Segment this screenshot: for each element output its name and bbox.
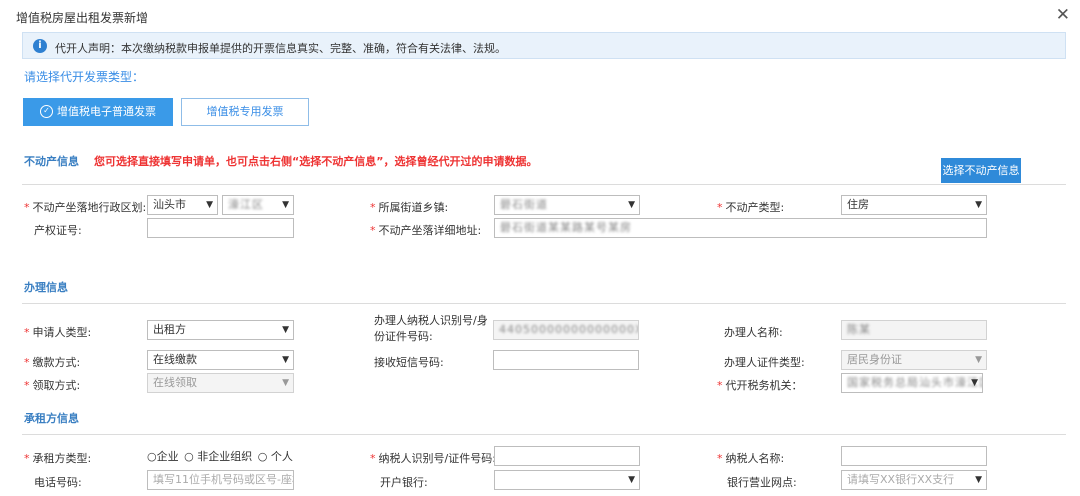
radio-enterprise[interactable]: ○企业 (147, 450, 179, 463)
handling-section-title: 办理信息 (24, 281, 68, 294)
lessee-type-radio-group: ○企业 ○ 非企业组织 ○ 个人 (147, 448, 295, 464)
property-section-warning: 您可选择直接填写申请单，也可点击右侧“选择不动产信息”，选择曾经代开过的申请数据… (94, 155, 538, 168)
dialog-titlebar: 增值税房屋出租发票新增 ✕ (0, 0, 1080, 30)
property-section-title: 不动产信息 (24, 155, 79, 168)
radio-non-enterprise-org[interactable]: ○ 非企业组织 (184, 450, 252, 463)
street-label: * 所属街道乡镇: (370, 201, 449, 214)
cert-no-label: 产权证号: (34, 224, 82, 237)
special-invoice-button[interactable]: 增值税专用发票 (181, 98, 309, 126)
bank-branch-label: 银行营业网点: (727, 476, 797, 489)
cert-no-input[interactable] (147, 218, 294, 238)
info-icon: i (33, 39, 47, 53)
property-type-label: * 不动产类型: (717, 201, 785, 214)
taxpayer-name-label: * 纳税人名称: (717, 452, 785, 465)
address-label: * 不动产坐落详细地址: (370, 224, 482, 237)
agent-name-input[interactable]: 陈某 (841, 320, 987, 340)
sms-number-label: 接收短信号码: (374, 356, 444, 369)
payment-method-label: * 缴款方式: (24, 356, 81, 369)
bank-label: 开户银行: (380, 476, 428, 489)
section-divider (22, 434, 1066, 435)
address-input[interactable]: 礐石街道某某路某号某房 (494, 218, 987, 238)
taxpayer-name-input[interactable] (841, 446, 987, 466)
city-select[interactable]: 汕头市 ▼ (147, 195, 218, 215)
district-select[interactable]: 濠江区 ▼ (222, 195, 294, 215)
agent-name-label: 办理人名称: (724, 326, 783, 339)
agent-id-type-select[interactable]: 居民身份证 ▼ (841, 350, 987, 370)
bank-select[interactable]: ▼ (494, 470, 640, 490)
phone-input[interactable]: 填写11位手机号码或区号-座机 (147, 470, 294, 490)
agent-tax-id-label: 办理人纳税人识别号/身份证件号码: (374, 314, 488, 343)
phone-label: 电话号码: (34, 476, 82, 489)
notice-text: 代开人声明：本次缴纳税款申报单提供的开票信息真实、完整、准确，符合有关法律、法规… (55, 42, 506, 55)
street-select[interactable]: 礐石街道 ▼ (494, 195, 640, 215)
lessee-section-title: 承租方信息 (24, 412, 79, 425)
tax-office-select[interactable]: 国家税务总局汕头市濠江区税务局▼ (841, 373, 983, 393)
section-divider (22, 184, 1066, 185)
sms-number-input[interactable] (493, 350, 639, 370)
taxpayer-id-label: * 纳税人识别号/证件号码: (370, 452, 496, 465)
electronic-normal-invoice-label: 增值税电子普通发票 (57, 105, 156, 118)
tax-office-label: * 代开税务机关： (717, 379, 803, 392)
payment-method-select[interactable]: 在线缴款 ▼ (147, 350, 294, 370)
lessee-type-label: * 承租方类型: (24, 452, 92, 465)
bank-branch-select[interactable]: 请填写XX银行XX支行 ▼ (841, 470, 987, 490)
dialog-title: 增值税房屋出租发票新增 (16, 11, 149, 25)
agent-tax-id-input[interactable]: 44050000000000000X (493, 320, 639, 340)
applicant-type-label: * 申请人类型: (24, 326, 92, 339)
declaration-notice: i 代开人声明：本次缴纳税款申报单提供的开票信息真实、完整、准确，符合有关法律、… (22, 32, 1066, 59)
section-divider (22, 303, 1066, 304)
electronic-normal-invoice-button[interactable]: ✓ 增值税电子普通发票 (23, 98, 173, 126)
taxpayer-id-input[interactable] (494, 446, 640, 466)
pickup-method-label: * 领取方式: (24, 379, 81, 392)
invoice-type-prompt: 请选择代开发票类型： (24, 70, 145, 84)
property-type-select[interactable]: 住房 ▼ (841, 195, 987, 215)
admin-region-label: * 不动产坐落地行政区划: (24, 201, 147, 214)
applicant-type-select[interactable]: 出租方 ▼ (147, 320, 294, 340)
pickup-method-select[interactable]: 在线领取 ▼ (147, 373, 294, 393)
close-icon[interactable]: ✕ (1056, 6, 1070, 24)
check-circle-icon: ✓ (40, 104, 53, 118)
radio-individual[interactable]: ○ 个人 (258, 450, 293, 463)
agent-id-type-label: 办理人证件类型: (724, 356, 805, 369)
select-property-button[interactable]: 选择不动产信息 (941, 158, 1021, 183)
